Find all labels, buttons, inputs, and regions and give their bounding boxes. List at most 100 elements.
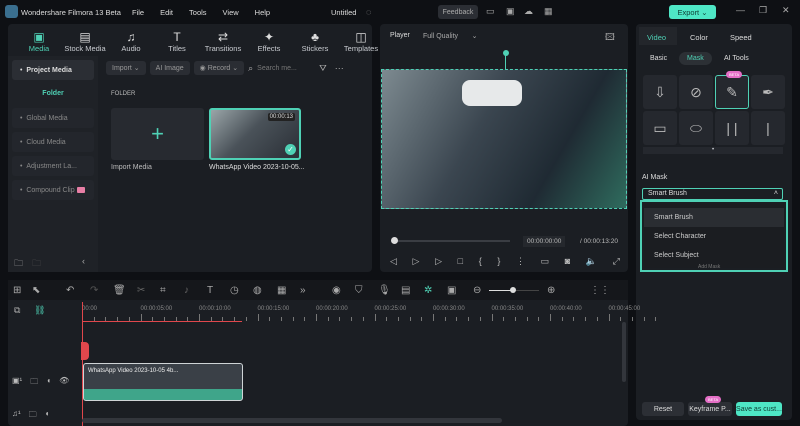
mark-in-icon[interactable]: { (479, 256, 482, 267)
export-button[interactable]: Export ⌄ (669, 5, 716, 19)
pen-mask-icon[interactable]: ✒ (751, 75, 785, 109)
audio-track-mute-icon[interactable]: ◖ (45, 409, 50, 423)
ai-image-button[interactable]: AI Image (149, 61, 190, 75)
text-icon[interactable]: T (207, 285, 213, 296)
track-mute-icon[interactable]: ◖ (46, 376, 51, 390)
restore-icon[interactable]: ❐ (759, 5, 767, 16)
timeline-ruler[interactable]: 00:00 00:00:05:00 00:00:10:00 00:00:15:00 00… (82, 302, 657, 322)
ellipse-mask-icon[interactable]: ⬭ (679, 111, 713, 145)
tab-audio[interactable]: ♫ Audio (108, 30, 154, 53)
snapshot-icon[interactable]: 🖾 (605, 30, 615, 46)
delete-icon[interactable]: 🗑 (113, 285, 126, 296)
add-track-icon[interactable]: ⧉ (14, 305, 20, 316)
timeline-scrollbar[interactable] (82, 418, 502, 423)
audio-icon[interactable]: ♪ (184, 285, 189, 296)
cut-icon[interactable]: ✂ (137, 285, 145, 296)
zoom-in-icon[interactable]: ⊕ (547, 285, 555, 296)
double-line-mask-icon[interactable]: | | (715, 111, 749, 145)
import-media-tile[interactable]: + (111, 108, 204, 160)
subtab-mask[interactable]: Mask (679, 52, 712, 65)
color-icon[interactable]: ◍ (253, 285, 262, 296)
subtab-basic[interactable]: Basic (650, 55, 667, 62)
sidebar-cloud-media[interactable]: • Cloud Media (12, 132, 94, 152)
crop-icon[interactable]: ⌗ (160, 285, 166, 296)
mark-out-icon[interactable]: } (497, 256, 500, 267)
audio-track-lock-icon[interactable]: 🗀 (29, 409, 37, 423)
marker-icon[interactable]: ⛉ (355, 285, 363, 296)
filter-icon[interactable]: ⛛ (319, 63, 327, 74)
rotate-handle[interactable] (503, 50, 509, 56)
sidebar-project-media[interactable]: • Project Media (12, 60, 94, 80)
select-tool-icon[interactable]: ⬉ (32, 285, 40, 296)
menu-file[interactable]: File (132, 8, 144, 17)
search-input[interactable]: Search me... (257, 65, 317, 72)
render-icon[interactable]: ◉ (332, 285, 341, 296)
reset-button[interactable]: Reset (642, 402, 684, 416)
subtitle-icon[interactable]: ▣ (447, 285, 456, 296)
display-icon[interactable]: ▭ (541, 256, 550, 267)
menu-tools[interactable]: Tools (189, 8, 207, 17)
scene-detect-icon[interactable]: ⊞ (13, 285, 21, 296)
import-mask-icon[interactable]: ⇩ (643, 75, 677, 109)
new-folder-icon[interactable]: 🗀 (14, 256, 23, 272)
option-select-character[interactable]: Select Character (644, 227, 784, 246)
minimize-icon[interactable]: — (736, 5, 745, 15)
ai-mask-dropdown[interactable]: Smart Brush ˄ (642, 188, 783, 200)
sidebar-compound-clip[interactable]: • Compound Clip (12, 180, 94, 200)
playhead-marker[interactable] (81, 342, 89, 360)
collapse-sidebar-icon[interactable]: ‹ (82, 256, 85, 266)
menu-help[interactable]: Help (255, 8, 270, 17)
tab-media[interactable]: ▣ Media (16, 30, 62, 53)
apps-grid-icon[interactable]: ▦ (544, 6, 553, 17)
link-icon[interactable]: ⛓ (34, 305, 45, 316)
mask-expand-toggle[interactable]: • (643, 147, 783, 154)
ai-icon[interactable]: ✲ (424, 285, 432, 296)
zoom-out-icon[interactable]: ⊖ (473, 285, 481, 296)
rectangle-mask-icon[interactable]: ▭ (643, 111, 677, 145)
feedback-button[interactable]: Feedback (438, 5, 478, 19)
speed-icon[interactable]: ◷ (230, 285, 239, 296)
close-icon[interactable]: ✕ (782, 5, 790, 16)
smart-brush-mask-icon[interactable]: ✎ BETA (715, 71, 749, 109)
option-select-subject[interactable]: Select Subject (644, 246, 784, 265)
redo-icon[interactable]: ↷ (90, 285, 98, 296)
tab-color[interactable]: Color (690, 33, 708, 42)
sidebar-global-media[interactable]: • Global Media (12, 108, 94, 128)
progress-track[interactable] (392, 240, 510, 242)
fullscreen-icon[interactable]: ⤢ (613, 256, 620, 267)
keyframe-panel-button[interactable]: Keyframe P... (688, 402, 732, 416)
more-icon[interactable]: ⋯ (335, 63, 344, 74)
undo-icon[interactable]: ↶ (66, 285, 74, 296)
step-play-icon[interactable]: ▷ (413, 256, 420, 267)
track-visibility-icon[interactable]: 👁 (59, 376, 69, 390)
volume-icon[interactable]: 🔈 (586, 256, 597, 267)
layout-grid-icon[interactable]: ⋮⋮ (590, 285, 610, 296)
video-clip-thumbnail[interactable]: 00:00:13 ✓ (209, 108, 301, 160)
green-screen-icon[interactable]: ▦ (277, 285, 286, 296)
no-mask-icon[interactable]: ⊘ (679, 75, 713, 109)
subtab-ai-tools[interactable]: AI Tools (724, 55, 749, 62)
microphone-icon[interactable]: 🎙 (378, 285, 391, 296)
timeline-video-clip[interactable]: WhatsApp Video 2023-10-05 4b... (83, 363, 243, 401)
insert-icon[interactable]: ⋮ (516, 256, 525, 267)
play-icon[interactable]: ▷ (435, 256, 442, 267)
voiceover-icon[interactable]: ▤ (401, 285, 410, 296)
tab-video[interactable]: Video (647, 33, 666, 42)
single-line-mask-icon[interactable]: | (751, 111, 785, 145)
timeline-vertical-scrollbar[interactable] (622, 322, 626, 382)
tab-stickers[interactable]: ♣ Stickers (292, 30, 338, 53)
record-dropdown[interactable]: ◉ Record ⌄ (193, 61, 245, 75)
zoom-slider-handle[interactable] (510, 287, 516, 293)
menu-view[interactable]: View (223, 8, 239, 17)
sidebar-adjustment-layer[interactable]: • Adjustment La... (12, 156, 94, 176)
tab-effects[interactable]: ✦ Effects (246, 30, 292, 53)
camera-icon[interactable]: ◙ (565, 256, 570, 267)
layout-icon[interactable]: ▭ (486, 6, 495, 17)
video-preview[interactable] (381, 69, 627, 209)
tab-transitions[interactable]: ⇄ Transitions (200, 30, 246, 53)
save-as-custom-button[interactable]: Save as cust... (736, 402, 782, 416)
more-tools-icon[interactable]: » (300, 285, 306, 296)
track-lock-icon[interactable]: 🗀 (30, 376, 38, 390)
tab-speed[interactable]: Speed (730, 33, 752, 42)
tab-templates[interactable]: ◫ Templates (338, 30, 384, 53)
